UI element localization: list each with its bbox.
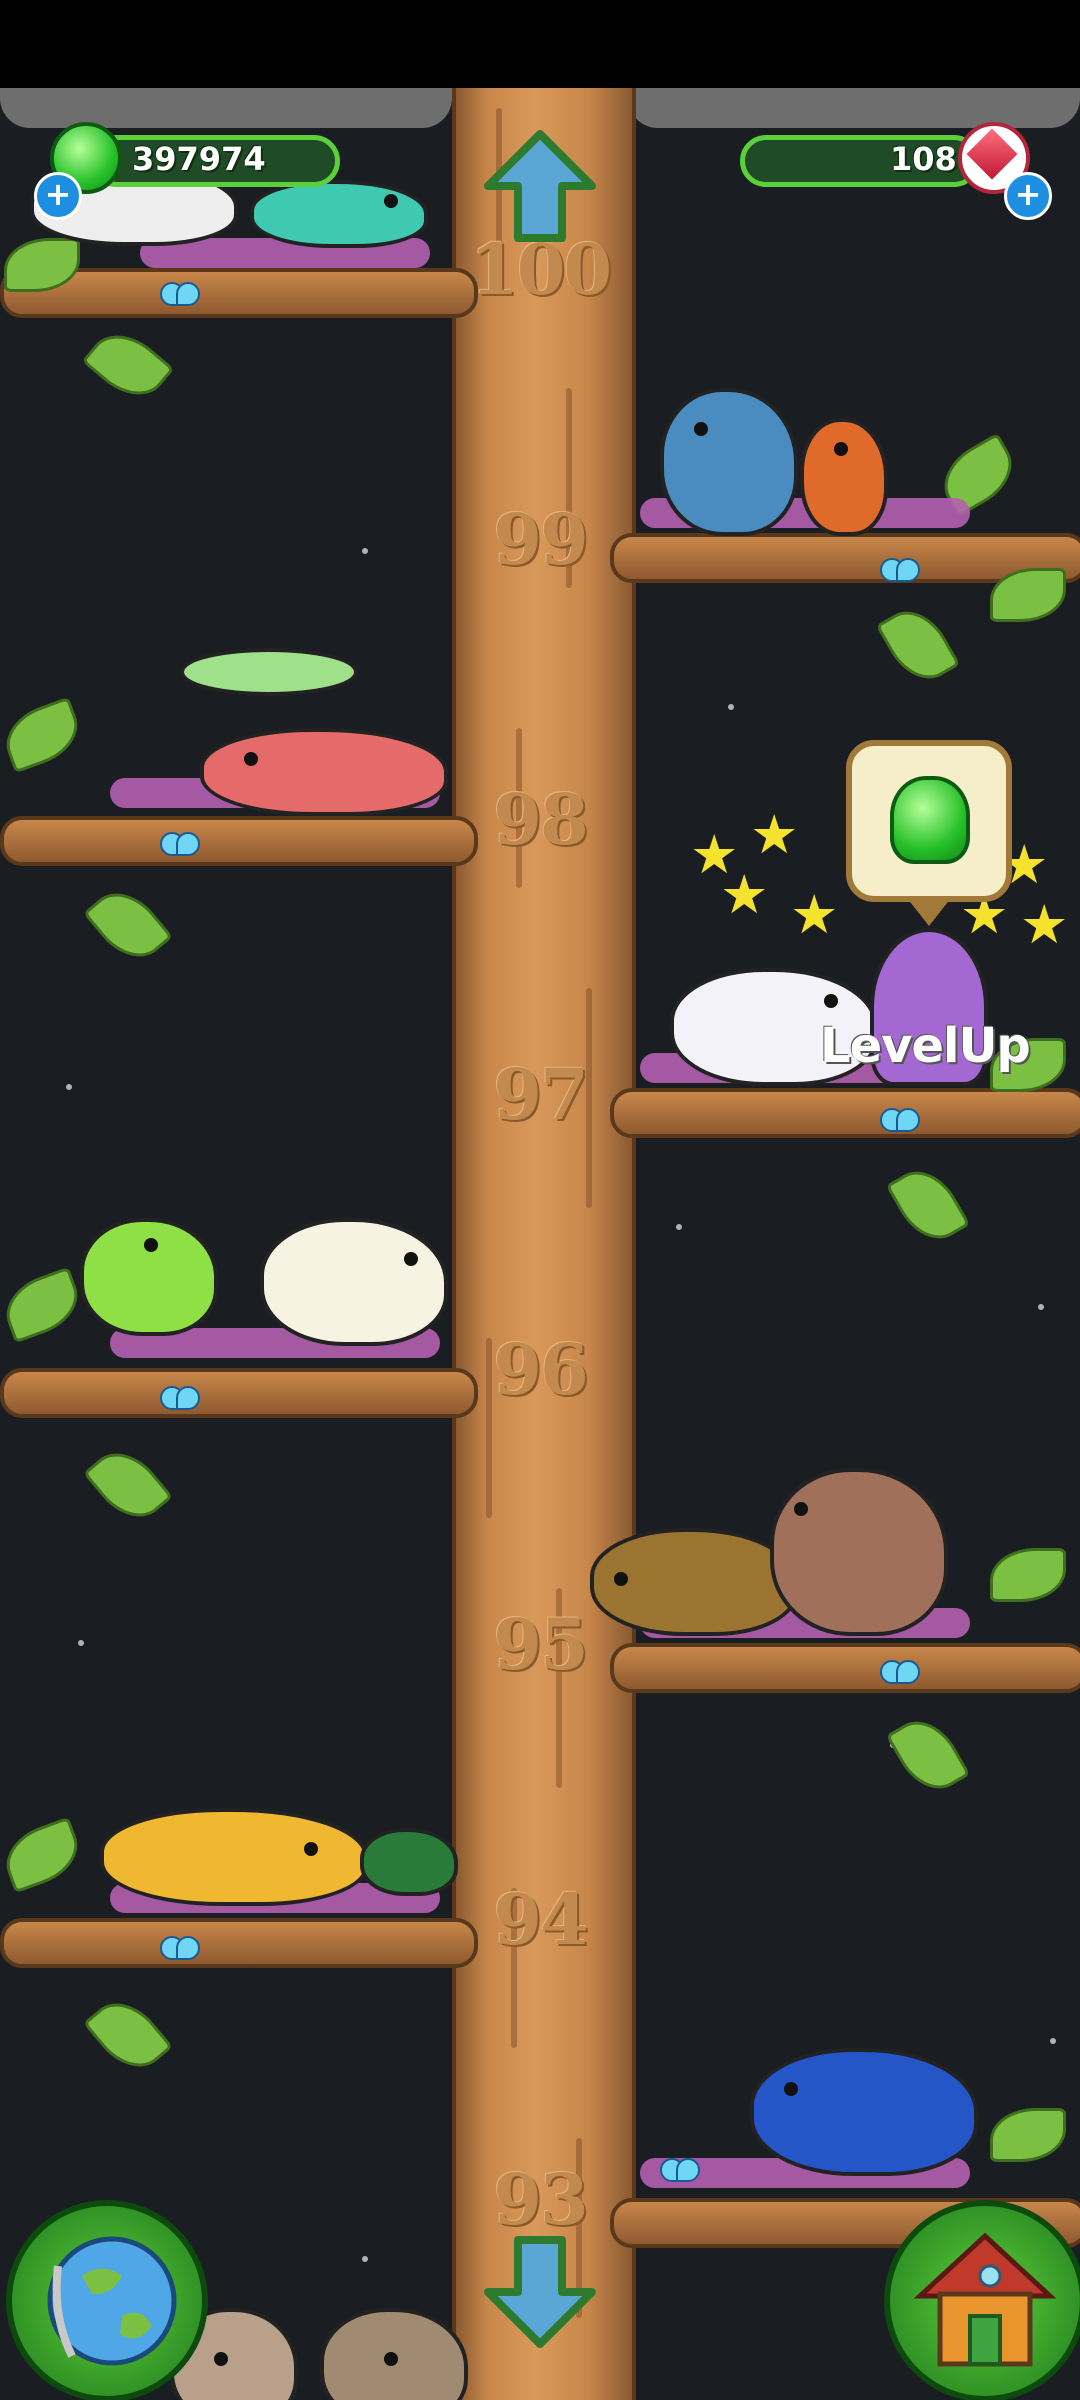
- floor-label-93: 93: [493, 2158, 588, 2241]
- star: [676, 1224, 682, 1230]
- star: [1050, 2038, 1056, 2044]
- butterfly-icon: [160, 1386, 200, 1410]
- floor-label-95: 95: [493, 1603, 588, 1686]
- arrow-down-icon: [484, 2236, 596, 2348]
- spinosaurus-animal[interactable]: [200, 728, 448, 816]
- tree-trunk: [452, 88, 636, 2400]
- star: [78, 1640, 84, 1646]
- leaf: [885, 1158, 971, 1252]
- frog-animal[interactable]: [80, 1218, 218, 1336]
- crystals-counter-value: 108: [890, 140, 957, 178]
- mantis-shrimp-animal[interactable]: [250, 180, 428, 248]
- cloud-right: [628, 88, 1080, 128]
- butterfly-icon: [160, 282, 200, 306]
- branch-floor-94: [0, 1918, 478, 1968]
- tarsier-animal[interactable]: [320, 2308, 468, 2400]
- arrow-up-icon: [484, 130, 596, 242]
- butterfly-icon: [160, 832, 200, 856]
- cloud-left: [0, 88, 452, 128]
- gems-counter-value: 397974: [132, 140, 266, 178]
- add-crystals-button[interactable]: +: [1004, 172, 1052, 220]
- butterfly-icon: [880, 1660, 920, 1684]
- leaf: [990, 1548, 1066, 1602]
- leaf: [82, 1438, 174, 1532]
- butterfly-icon: [660, 2158, 700, 2182]
- star: [362, 548, 368, 554]
- betta-fish-animal[interactable]: [750, 2048, 978, 2176]
- globe-icon: [47, 2236, 177, 2366]
- floor-label-96: 96: [493, 1328, 588, 1411]
- level-up-text: LevelUp: [820, 1018, 1031, 1074]
- beetle-animal[interactable]: [360, 1828, 458, 1896]
- branch-floor-98: [0, 816, 478, 866]
- status-bar: [0, 0, 1080, 88]
- leaf: [885, 1708, 971, 1802]
- floor-label-97: 97: [493, 1053, 588, 1136]
- branch-floor-95: [610, 1643, 1080, 1693]
- star: [1038, 1304, 1044, 1310]
- butterfly-icon: [880, 1108, 920, 1132]
- leaf: [0, 696, 87, 774]
- red-panda-animal[interactable]: [800, 418, 888, 536]
- star-icon: ★: [750, 803, 799, 866]
- husky-animal[interactable]: [770, 1468, 948, 1636]
- green-jelly-gem-icon: [890, 776, 970, 864]
- leaf: [82, 1988, 174, 2082]
- butterfly-icon: [880, 558, 920, 582]
- leaf: [82, 878, 174, 972]
- floor-label-94: 94: [493, 1878, 588, 1961]
- globe-button[interactable]: [6, 2200, 208, 2400]
- leaf: [990, 2108, 1066, 2162]
- house-icon: [913, 2232, 1057, 2367]
- star-icon: ★: [1020, 893, 1069, 956]
- tree-scene[interactable]: 100 99 98 97 96 95 94 93 ★ ★ ★ ★ ★ ★ ★ L…: [0, 88, 1080, 2400]
- floor-label-99: 99: [493, 498, 588, 581]
- leaf: [875, 598, 961, 692]
- leaf: [0, 1816, 87, 1894]
- leopard-animal[interactable]: [100, 1808, 368, 1906]
- sheep-animal[interactable]: [260, 1218, 448, 1346]
- star-icon: ★: [790, 883, 839, 946]
- rooster-dragon-animal[interactable]: [660, 388, 798, 536]
- branch-floor-97: [610, 1088, 1080, 1138]
- butterfly-icon: [160, 1936, 200, 1960]
- house-button[interactable]: [884, 2200, 1080, 2400]
- dragonfly-animal[interactable]: [180, 648, 358, 696]
- star: [728, 704, 734, 710]
- add-gems-button[interactable]: +: [34, 172, 82, 220]
- star-icon: ★: [720, 863, 769, 926]
- star: [66, 1084, 72, 1090]
- arrow-up-button[interactable]: [480, 128, 600, 244]
- branch-floor-96: [0, 1368, 478, 1418]
- reward-bubble[interactable]: [846, 740, 1012, 926]
- star: [362, 2256, 368, 2262]
- arrow-down-button[interactable]: [480, 2234, 600, 2350]
- leaf: [0, 1266, 87, 1344]
- leaf: [81, 319, 175, 411]
- echidna-animal[interactable]: [590, 1528, 798, 1636]
- floor-label-98: 98: [493, 778, 588, 861]
